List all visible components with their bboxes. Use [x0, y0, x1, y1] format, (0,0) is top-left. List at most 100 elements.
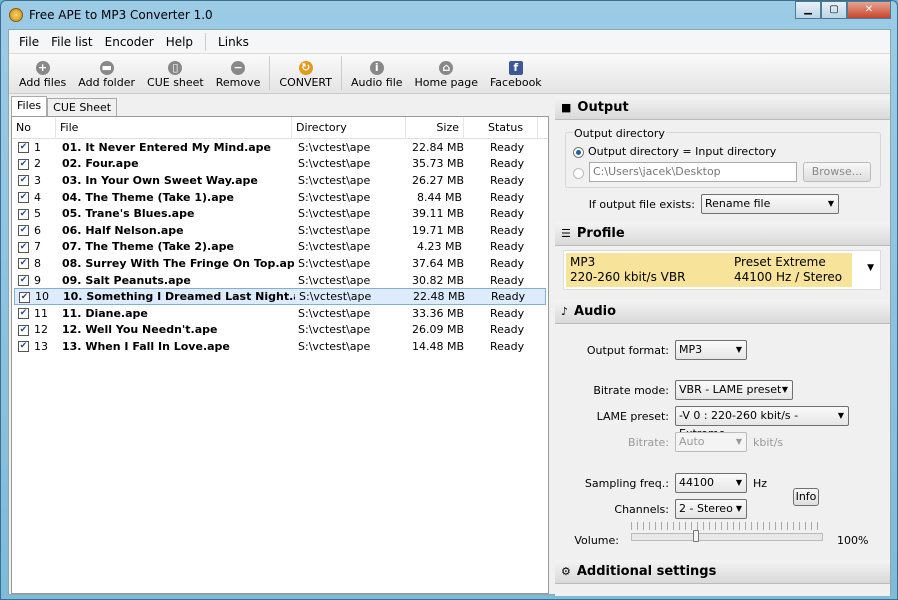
radio-button[interactable] [573, 167, 584, 179]
file-size: 26.09 MB [412, 323, 465, 337]
file-status: Ready [490, 256, 525, 270]
row-no: 1 [34, 140, 41, 154]
output-format-select[interactable]: MP3 [675, 340, 747, 360]
table-row[interactable]: ✔ 8 08. Surrey With The Fringe On Top.ape… [14, 255, 546, 272]
file-size: 26.27 MB [412, 173, 465, 187]
tab-cue-sheet[interactable]: CUE Sheet [47, 98, 118, 116]
facebook-icon: f [508, 61, 523, 75]
table-row[interactable]: ✔ 2 02. Four.ape S:\vctest\ape 35.73 MB R… [14, 156, 546, 173]
table-row[interactable]: ✔ 7 07. The Theme (Take 2).ape S:\vctest\… [14, 239, 546, 256]
row-no: 6 [34, 223, 41, 237]
table-row[interactable]: ✔ 3 03. In Your Own Sweet Way.ape S:\vcte… [14, 172, 546, 189]
table-row[interactable]: ✔ 4 04. The Theme (Take 1).ape S:\vctest\… [14, 189, 546, 206]
table-row[interactable]: ✔ 13 13. When I Fall In Love.ape S:\vctes… [14, 338, 546, 355]
if-exists-label: If output file exists: [588, 198, 695, 211]
menu-links[interactable]: Links [212, 35, 255, 49]
radio-custom-directory[interactable] [573, 166, 588, 179]
file-name: 01. It Never Entered My Mind.ape [62, 140, 272, 154]
toolbar-label: Add folder [78, 76, 136, 89]
add-files-button[interactable]: + Add files [13, 61, 72, 93]
sampling-freq-select[interactable]: 44100 [675, 473, 747, 493]
checkbox[interactable]: ✔ [18, 158, 29, 170]
table-row[interactable]: ✔ 9 09. Salt Peanuts.ape S:\vctest\ape 30… [14, 272, 546, 289]
channels-select[interactable]: 2 - Stereo [675, 499, 747, 519]
chevron-down-icon: ▼ [867, 263, 874, 273]
tab-files[interactable]: Files [11, 96, 48, 116]
volume-slider[interactable] [631, 530, 823, 542]
bitrate-select[interactable]: Auto [675, 432, 747, 452]
bitrate-mode-select[interactable]: VBR - LAME preset [675, 380, 793, 400]
cue-sheet-button[interactable]: ▯ CUE sheet [141, 61, 210, 93]
file-name: 13. When I Fall In Love.ape [62, 339, 230, 353]
table-row[interactable]: ✔ 12 12. Well You Needn't.ape S:\vctest\a… [14, 322, 546, 339]
column-no[interactable]: No [12, 116, 56, 139]
add-folder-button[interactable]: ▬ Add folder [72, 61, 141, 93]
file-status: Ready [490, 273, 525, 287]
checkbox[interactable]: ✔ [18, 341, 29, 353]
output-section-header[interactable]: ■ Output [555, 96, 890, 120]
checkbox[interactable]: ✔ [18, 241, 29, 253]
file-directory: S:\vctest\ape [298, 323, 371, 337]
table-row[interactable]: ✔ 10 10. Something I Dreamed Last Night.a… [14, 288, 546, 305]
checkbox[interactable]: ✔ [18, 225, 29, 237]
close-button[interactable]: ✕ [847, 1, 891, 19]
home-page-button[interactable]: ⌂ Home page [409, 61, 484, 93]
volume-slider-thumb[interactable] [693, 530, 700, 542]
output-path-input[interactable]: C:\Users\jacek\Desktop [589, 162, 797, 182]
checkbox[interactable]: ✔ [18, 192, 29, 204]
output-directory-label: Output directory [573, 127, 666, 140]
folder-icon: ■ [561, 101, 572, 114]
info-icon: i [369, 61, 384, 75]
profile-section-header[interactable]: ☰ Profile [555, 222, 890, 246]
toolbar-label: Home page [414, 76, 478, 89]
file-name: 04. The Theme (Take 1).ape [62, 190, 234, 204]
checkbox[interactable]: ✔ [18, 208, 29, 220]
toolbar: + Add files ▬ Add folder ▯ CUE sheet − Remove ↻ C… [9, 54, 890, 94]
audio-section-header[interactable]: ♪ Audio [555, 300, 890, 324]
radio-button[interactable] [573, 146, 584, 158]
browse-button[interactable]: Browse... [803, 162, 871, 182]
column-size[interactable]: Size [406, 116, 464, 139]
maximize-button[interactable]: ▢ [821, 1, 847, 19]
checkbox[interactable]: ✔ [18, 275, 29, 287]
radio-label: Output directory = Input directory [588, 145, 777, 158]
column-file[interactable]: File [56, 116, 292, 139]
file-name: 07. The Theme (Take 2).ape [62, 240, 234, 254]
column-directory[interactable]: Directory [292, 116, 406, 139]
file-status: Ready [490, 207, 525, 221]
checkbox[interactable]: ✔ [18, 258, 29, 270]
output-title: Output [577, 100, 629, 115]
file-directory: S:\vctest\ape [298, 256, 371, 270]
table-row[interactable]: ✔ 5 05. Trane's Blues.ape S:\vctest\ape 3… [14, 205, 546, 222]
checkbox[interactable]: ✔ [19, 291, 30, 303]
column-status[interactable]: Status [464, 116, 538, 139]
toolbar-label: Audio file [351, 76, 403, 89]
table-row[interactable]: ✔ 1 01. It Never Entered My Mind.ape S:\v… [14, 139, 546, 156]
checkbox[interactable]: ✔ [18, 175, 29, 187]
menu-encoder[interactable]: Encoder [99, 35, 160, 49]
remove-button[interactable]: − Remove [210, 61, 267, 93]
radio-input-directory[interactable]: Output directory = Input directory [573, 145, 776, 158]
profile-select[interactable]: MP3 Preset Extreme 220-260 kbit/s VBR 44… [563, 250, 881, 290]
audio-file-button[interactable]: i Audio file [345, 61, 409, 93]
lame-preset-select[interactable]: -V 0 : 220-260 kbit/s - Extreme [675, 406, 849, 440]
file-size: 8.44 MB [416, 190, 462, 204]
info-button[interactable]: Info [793, 488, 819, 506]
if-exists-select[interactable]: Rename file [701, 194, 839, 214]
table-row[interactable]: ✔ 6 06. Half Nelson.ape S:\vctest\ape 19.… [14, 222, 546, 239]
minimize-button[interactable]: ▁ [795, 1, 821, 19]
additional-settings-header[interactable]: ⚙ Additional settings [555, 560, 890, 584]
file-size: 35.73 MB [412, 157, 465, 171]
table-row[interactable]: ✔ 11 11. Diane.ape S:\vctest\ape 33.36 MB… [14, 305, 546, 322]
menu-help[interactable]: Help [160, 35, 199, 49]
file-list[interactable]: No File Directory Size Status ✔ 1 01. It … [11, 116, 549, 594]
checkbox[interactable]: ✔ [18, 142, 29, 154]
checkbox[interactable]: ✔ [18, 308, 29, 320]
file-directory: S:\vctest\ape [298, 173, 371, 187]
checkbox[interactable]: ✔ [18, 324, 29, 336]
menu-file-list[interactable]: File list [45, 35, 99, 49]
facebook-button[interactable]: f Facebook [484, 61, 548, 93]
convert-button[interactable]: ↻ CONVERT [273, 61, 338, 93]
toolbar-divider [341, 56, 342, 90]
menu-file[interactable]: File [13, 35, 45, 49]
